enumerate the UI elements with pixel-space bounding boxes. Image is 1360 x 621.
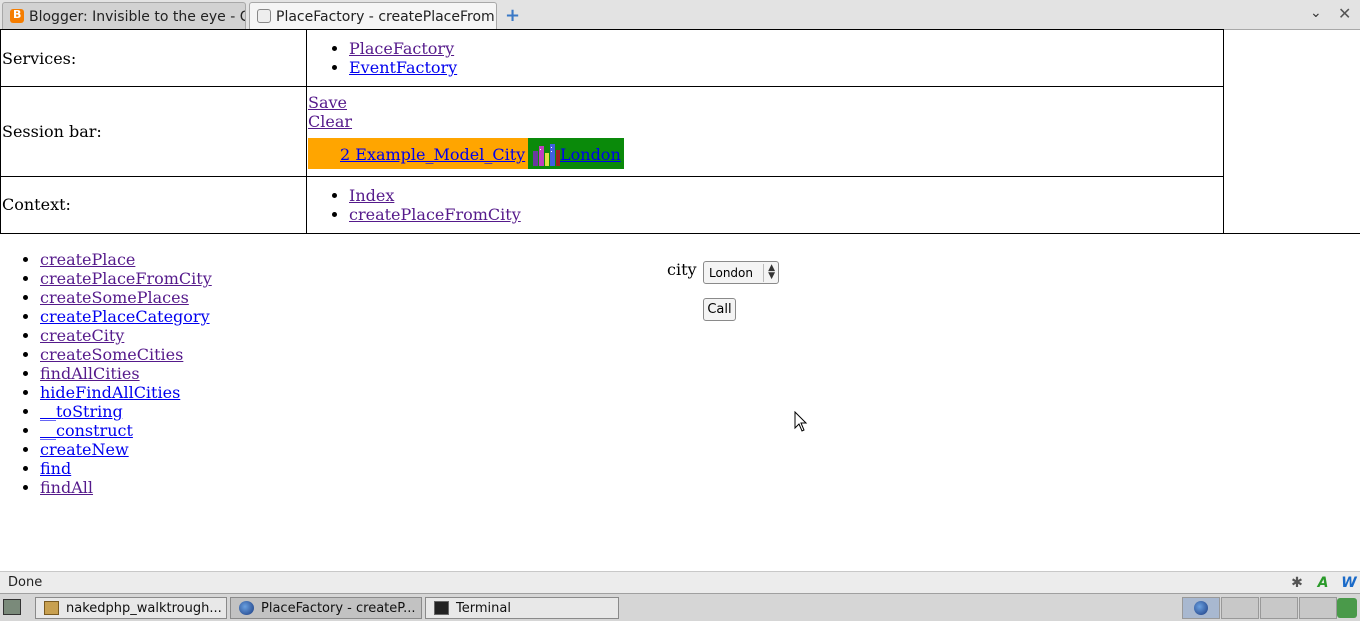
city-select[interactable]: London ▲ ▼: [703, 261, 779, 284]
workspace-1[interactable]: [1182, 597, 1220, 619]
workspace-4[interactable]: [1299, 597, 1337, 619]
info-table: Services: PlaceFactory EventFactory Sess…: [0, 28, 1224, 235]
list-item: createPlaceFromCity: [349, 205, 1223, 224]
method-link[interactable]: findAllCities: [40, 364, 140, 383]
workspace-pager: [1182, 597, 1338, 619]
session-item-model-city: 2 Example_Model_City: [308, 138, 528, 170]
context-row: Context: Index createPlaceFromCity: [0, 175, 1224, 235]
method-link[interactable]: createPlaceCategory: [40, 307, 210, 326]
blogger-icon: [10, 8, 24, 23]
status-text: Done: [8, 575, 43, 590]
method-link[interactable]: createCity: [40, 326, 124, 345]
method-link[interactable]: createSomePlaces: [40, 288, 189, 307]
page-icon: [257, 9, 271, 23]
session-item-model-city-link[interactable]: 2 Example_Model_City: [340, 145, 525, 164]
list-item: Index: [349, 186, 1223, 205]
city-icon: [533, 144, 560, 167]
workspace-2[interactable]: [1221, 597, 1259, 619]
city-select-value: London: [709, 266, 753, 280]
list-item: createSomePlaces: [40, 288, 212, 307]
services-label: Services:: [0, 28, 307, 88]
tab-placefactory[interactable]: PlaceFactory - createPlaceFrom...: [249, 2, 497, 30]
list-item: hideFindAllCities: [40, 383, 212, 402]
taskbar-item-walkthrough[interactable]: nakedphp_walktrough...: [35, 597, 227, 619]
terminal-icon: [434, 601, 449, 615]
list-item: find: [40, 459, 212, 478]
method-link[interactable]: __construct: [40, 421, 133, 440]
list-item: createNew: [40, 440, 212, 459]
new-tab-icon[interactable]: +: [505, 5, 520, 26]
document-icon: [44, 601, 59, 615]
tab-title: Blogger: Invisible to the eye - Cr...: [29, 9, 246, 25]
method-list: createPlace createPlaceFromCity createSo…: [0, 250, 212, 497]
addon-w-icon[interactable]: W: [1341, 575, 1357, 591]
method-link[interactable]: __toString: [40, 402, 123, 421]
eventfactory-link[interactable]: EventFactory: [349, 58, 457, 77]
services-row: Services: PlaceFactory EventFactory: [0, 28, 1224, 88]
list-item: createSomeCities: [40, 345, 212, 364]
close-tab-icon[interactable]: ✕: [1338, 4, 1351, 23]
session-links: Save Clear: [308, 93, 1223, 131]
taskbar-item-label: PlaceFactory - createP...: [261, 601, 416, 616]
method-link[interactable]: findAll: [40, 478, 93, 497]
list-item: EventFactory: [349, 58, 1223, 77]
session-item-london: London: [528, 138, 624, 170]
method-link[interactable]: find: [40, 459, 71, 478]
tray-icon[interactable]: [1337, 598, 1357, 618]
workspace-3[interactable]: [1260, 597, 1298, 619]
session-cell: Save Clear 2 Example_Model_City London: [306, 86, 1224, 177]
save-link[interactable]: Save: [308, 93, 347, 112]
bug-icon[interactable]: ✱: [1289, 575, 1305, 591]
taskbar-item-terminal[interactable]: Terminal: [425, 597, 619, 619]
city-label: city: [667, 260, 697, 279]
list-item: __toString: [40, 402, 212, 421]
list-item: createCity: [40, 326, 212, 345]
select-arrows-icon: ▲ ▼: [763, 264, 775, 282]
taskbar: nakedphp_walktrough... PlaceFactory - cr…: [0, 593, 1360, 621]
clear-link[interactable]: Clear: [308, 112, 352, 131]
session-item-london-link[interactable]: London: [560, 145, 621, 164]
taskbar-item-label: Terminal: [456, 601, 511, 616]
status-bar: Done ✱ A W: [0, 571, 1360, 593]
createplacefromcity-context-link[interactable]: createPlaceFromCity: [349, 205, 521, 224]
mouse-cursor-icon: [794, 411, 808, 432]
method-link[interactable]: createPlaceFromCity: [40, 269, 212, 288]
list-item: findAllCities: [40, 364, 212, 383]
session-label: Session bar:: [0, 86, 307, 177]
list-item: PlaceFactory: [349, 39, 1223, 58]
start-menu-icon[interactable]: [3, 599, 21, 615]
tab-title: PlaceFactory - createPlaceFrom...: [276, 9, 497, 25]
session-bar: 2 Example_Model_City London: [308, 138, 1223, 170]
placefactory-link[interactable]: PlaceFactory: [349, 39, 454, 58]
method-link[interactable]: createPlace: [40, 250, 135, 269]
list-item: createPlaceCategory: [40, 307, 212, 326]
context-list: Index createPlaceFromCity: [308, 186, 1223, 224]
browser-icon: [239, 601, 254, 615]
services-cell: PlaceFactory EventFactory: [306, 28, 1224, 88]
tab-list-chevron-icon[interactable]: ⌄: [1310, 5, 1322, 21]
tab-blogger[interactable]: Blogger: Invisible to the eye - Cr...: [2, 2, 246, 29]
method-link[interactable]: hideFindAllCities: [40, 383, 180, 402]
index-link[interactable]: Index: [349, 186, 394, 205]
list-item: createPlaceFromCity: [40, 269, 212, 288]
session-row: Session bar: Save Clear 2 Example_Model_…: [0, 86, 1224, 177]
taskbar-item-label: nakedphp_walktrough...: [66, 601, 222, 616]
list-item: findAll: [40, 478, 212, 497]
call-button[interactable]: Call: [703, 298, 736, 321]
services-list: PlaceFactory EventFactory: [308, 39, 1223, 77]
addon-a-icon[interactable]: A: [1315, 575, 1331, 591]
divider: [0, 233, 1360, 234]
list-item: __construct: [40, 421, 212, 440]
browser-tab-bar: Blogger: Invisible to the eye - Cr... Pl…: [0, 0, 1360, 30]
method-link[interactable]: createNew: [40, 440, 129, 459]
context-label: Context:: [0, 175, 307, 235]
list-item: createPlace: [40, 250, 212, 269]
taskbar-item-placefactory[interactable]: PlaceFactory - createP...: [230, 597, 422, 619]
method-link[interactable]: createSomeCities: [40, 345, 183, 364]
context-cell: Index createPlaceFromCity: [306, 175, 1224, 235]
